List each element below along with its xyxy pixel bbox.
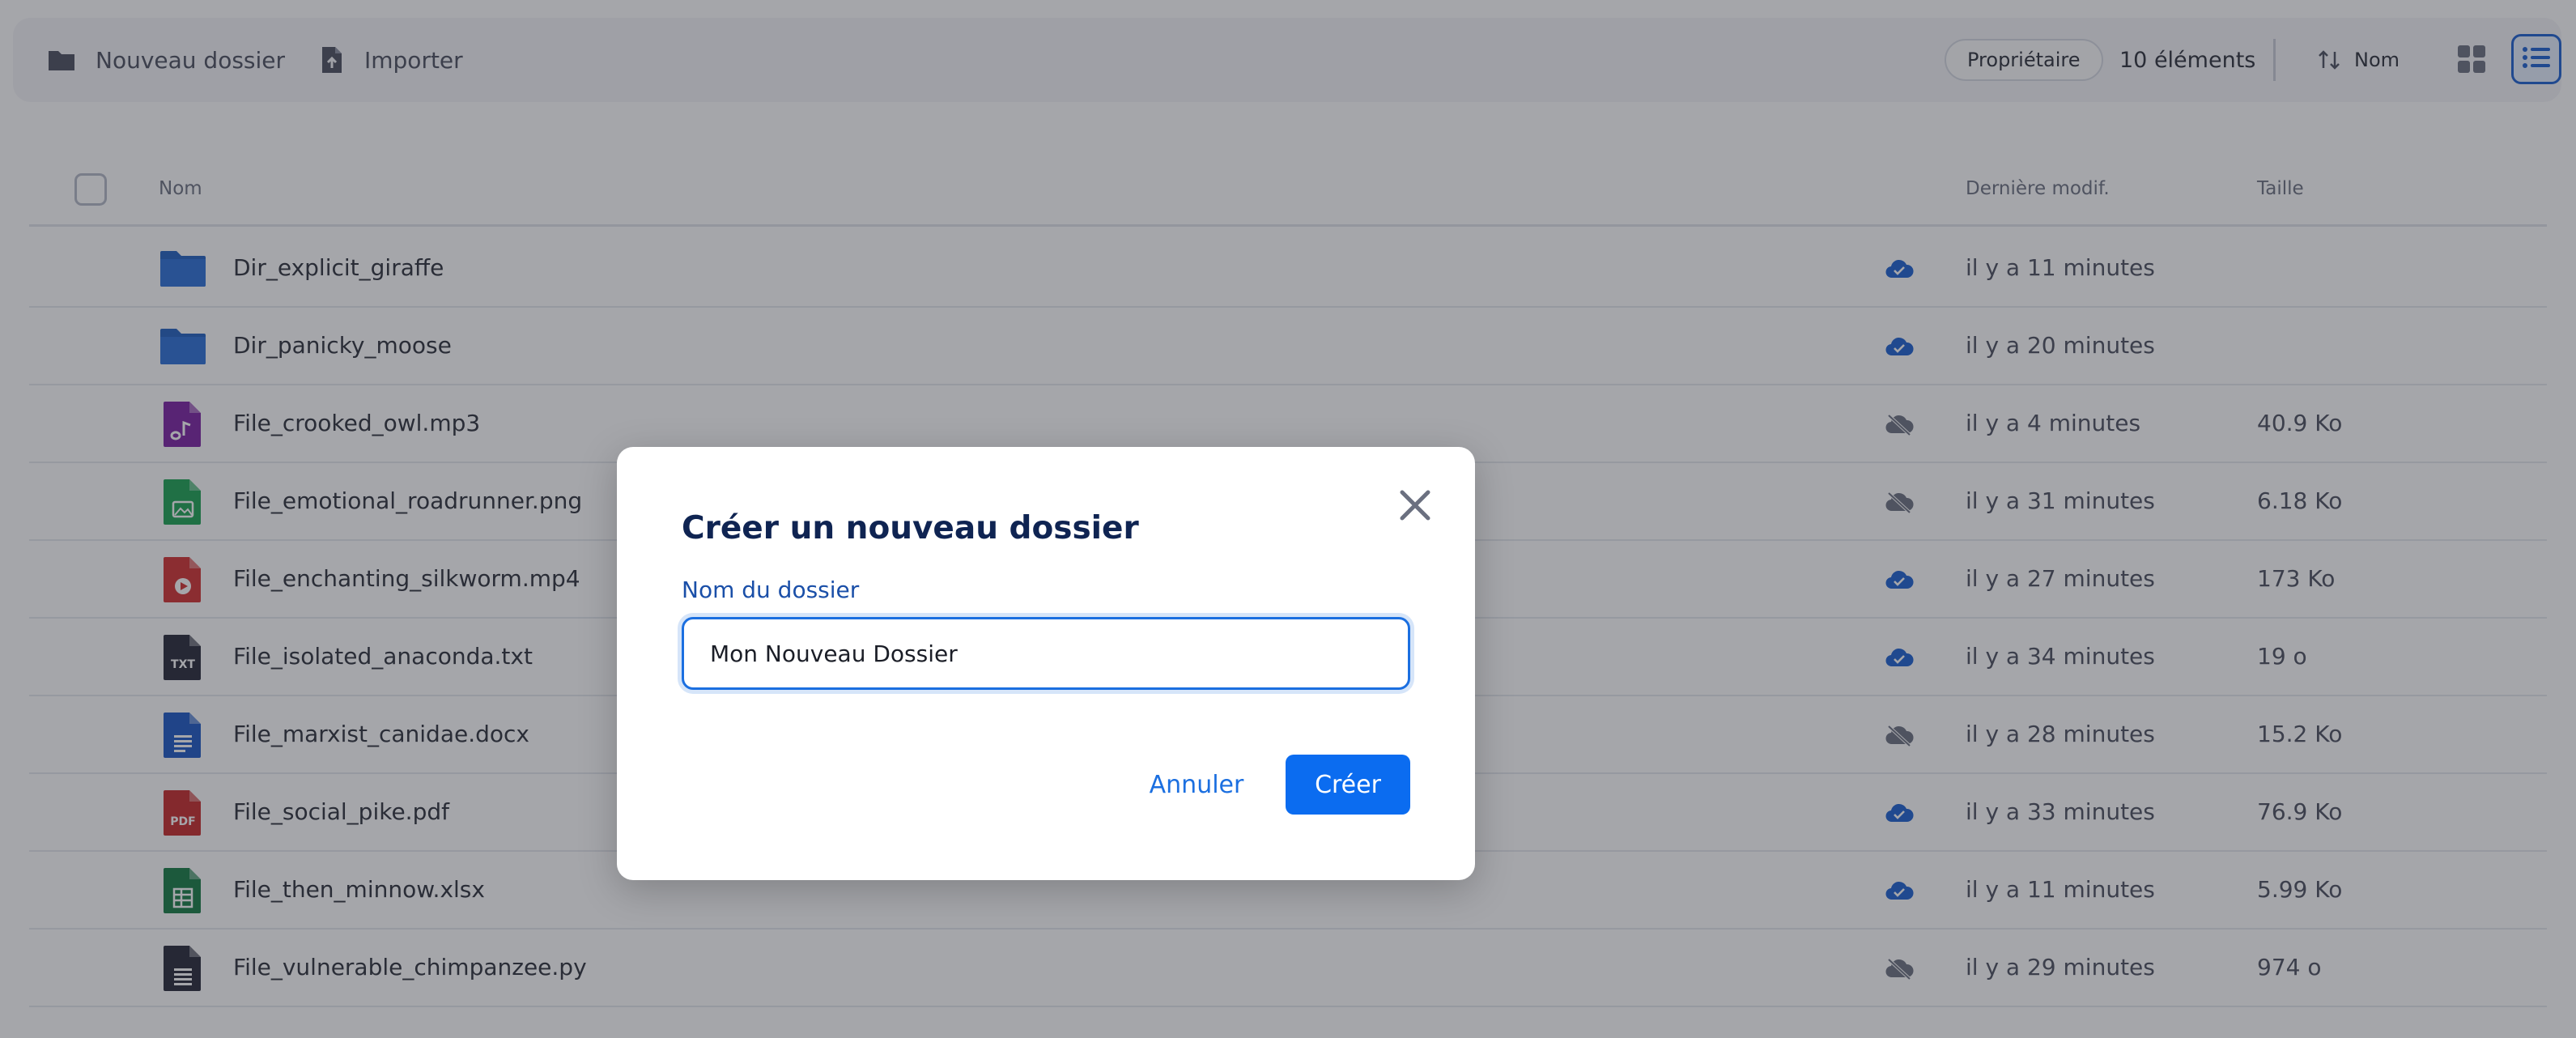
cancel-button[interactable]: Annuler xyxy=(1107,755,1286,815)
create-folder-dialog: Créer un nouveau dossier Nom du dossier … xyxy=(617,447,1475,880)
dialog-title: Créer un nouveau dossier xyxy=(682,510,1139,547)
close-icon xyxy=(1398,488,1432,525)
close-button[interactable] xyxy=(1394,486,1436,528)
folder-name-input[interactable] xyxy=(682,617,1410,690)
folder-name-label: Nom du dossier xyxy=(682,576,860,603)
create-button[interactable]: Créer xyxy=(1286,755,1410,815)
drive-page: Nouveau dossier Importer Propriétaire 10… xyxy=(0,0,2576,1038)
